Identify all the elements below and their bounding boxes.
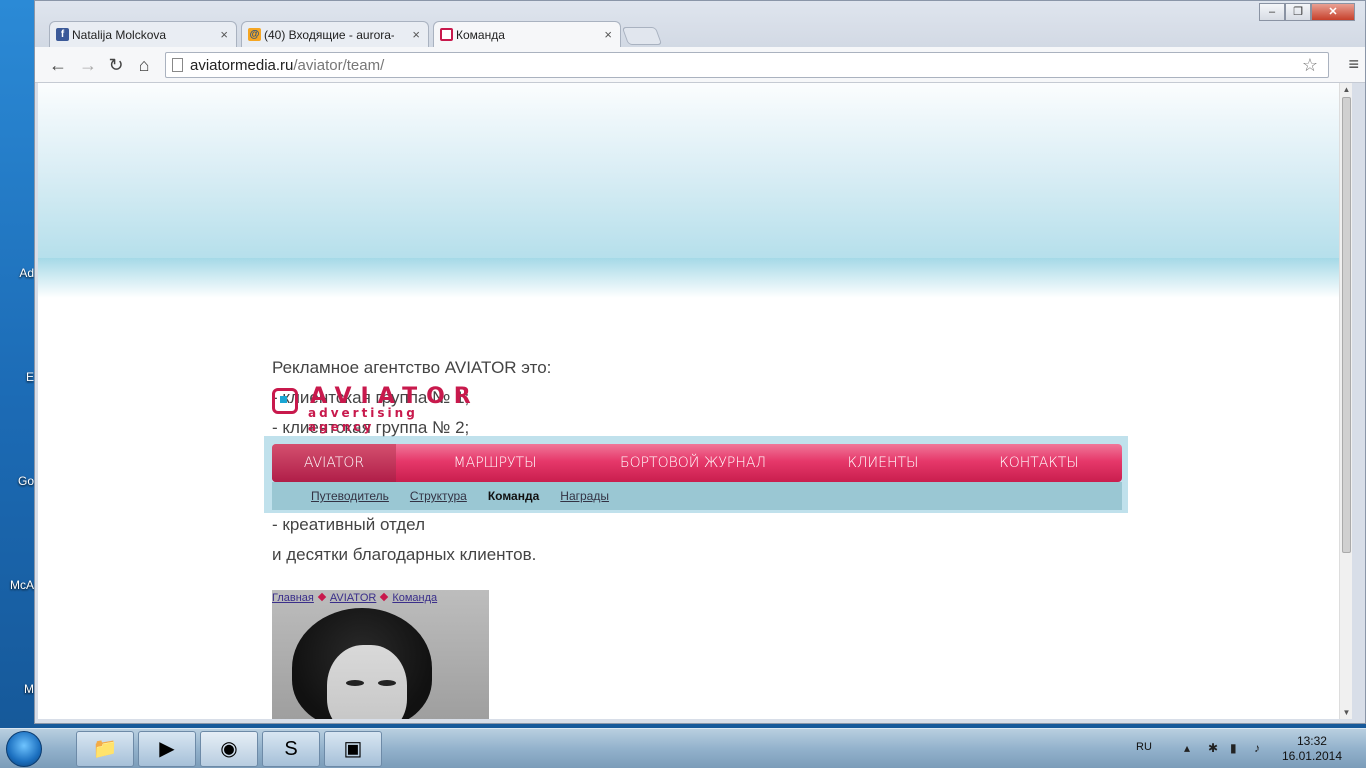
taskbar: 📁 ▶ ◉ S ▣ RU ▴ ✱ ▮ ♪ 13:32 16.01.2014	[0, 728, 1366, 768]
system-tray: RU ▴ ✱ ▮ ♪ 13:32 16.01.2014	[1126, 729, 1366, 768]
clock[interactable]: 13:32 16.01.2014	[1282, 734, 1342, 764]
breadcrumb-separator-icon	[317, 592, 327, 602]
aviator-icon	[440, 28, 453, 41]
sub-navigation: Путеводитель Структура Команда Награды	[272, 482, 1122, 510]
media-player-icon[interactable]: ▶	[138, 731, 196, 767]
url-path: /aviator/team/	[293, 57, 385, 74]
nav-item-contacts[interactable]: КОНТАКТЫ	[974, 444, 1104, 482]
desktop-icon-label[interactable]: E	[0, 370, 34, 384]
explorer-icon[interactable]: 📁	[76, 731, 134, 767]
logo-subtext: advertising agency	[308, 406, 418, 434]
subnav-structure[interactable]: Структура	[410, 482, 467, 510]
breadcrumb-home[interactable]: Главная	[272, 592, 314, 604]
list-item: - креативный отдел	[272, 515, 425, 534]
new-tab-button[interactable]	[621, 27, 663, 45]
breadcrumb-aviator[interactable]: AVIATOR	[330, 592, 376, 604]
clock-time: 13:32	[1296, 734, 1327, 748]
facebook-icon: f	[56, 28, 69, 41]
tab-title: Команда	[456, 28, 505, 42]
close-icon[interactable]: ×	[220, 27, 228, 42]
minimize-button[interactable]: –	[1259, 3, 1285, 21]
clock-date: 16.01.2014	[1281, 749, 1342, 763]
scroll-up-icon[interactable]: ▲	[1342, 85, 1351, 94]
scroll-thumb[interactable]	[1342, 97, 1351, 553]
list-item: и десятки благодарных клиентов.	[272, 545, 537, 564]
home-icon[interactable]: ⌂	[133, 54, 155, 76]
tab-title: Natalija Molckova	[72, 28, 167, 42]
photo-eye	[378, 680, 396, 686]
subnav-team[interactable]: Команда	[488, 482, 539, 510]
nav-bar: AVIATOR МАРШРУТЫ БОРТОВОЙ ЖУРНАЛ КЛИЕНТЫ…	[272, 444, 1122, 482]
page-viewport: Рекламное агентство AVIATOR это: - клиен…	[38, 83, 1352, 719]
mail-at-icon: @	[248, 28, 261, 41]
address-bar[interactable]: aviatormedia.ru/aviator/team/ ☆	[165, 52, 1329, 78]
remote-app-icon[interactable]: ▣	[324, 731, 382, 767]
scroll-down-icon[interactable]: ▼	[1342, 708, 1351, 717]
start-button[interactable]	[6, 731, 42, 767]
nav-item-journal[interactable]: БОРТОВОЙ ЖУРНАЛ	[594, 444, 792, 482]
show-hidden-icons-icon[interactable]: ▴	[1184, 741, 1190, 755]
chrome-icon[interactable]: ◉	[200, 731, 258, 767]
subnav-awards[interactable]: Награды	[560, 482, 609, 510]
restore-button[interactable]: ❐	[1285, 3, 1311, 21]
tab-team[interactable]: Команда ×	[433, 21, 621, 48]
intro-heading: Рекламное агентство AVIATOR это:	[272, 358, 552, 377]
nav-item-routes[interactable]: МАРШРУТЫ	[396, 444, 594, 482]
logo-mark-icon	[272, 388, 298, 414]
skype-icon[interactable]: S	[262, 731, 320, 767]
subnav-guide[interactable]: Путеводитель	[311, 482, 389, 510]
bluetooth-icon[interactable]: ✱	[1208, 741, 1218, 755]
hero-fade	[38, 258, 1352, 298]
photo-eye	[346, 680, 364, 686]
aviator-logo[interactable]: AVIATOR advertising agency	[272, 384, 487, 434]
back-icon[interactable]: ←	[47, 54, 69, 76]
desktop-icon-label[interactable]: M	[0, 682, 34, 696]
desktop-icon-label[interactable]: Go	[0, 474, 34, 488]
nav-item-clients[interactable]: КЛИЕНТЫ	[792, 444, 974, 482]
volume-icon[interactable]: ♪	[1254, 741, 1260, 755]
breadcrumb-separator-icon	[380, 592, 389, 602]
tab-mail[interactable]: @ (40) Входящие - aurora-b ×	[241, 21, 429, 47]
reload-icon[interactable]: ↻	[105, 54, 127, 76]
intro-text-continued: - креативный отдел и десятки благодарных…	[272, 510, 536, 570]
close-icon[interactable]: ×	[604, 27, 612, 42]
team-member-photo: Главная AVIATOR Команда	[272, 590, 489, 719]
desktop-icon-label[interactable]: Ad	[0, 266, 34, 280]
browser-toolbar: ← → ↻ ⌂ aviatormedia.ru/aviator/team/ ☆ …	[35, 47, 1365, 83]
url-host: aviatormedia.ru	[190, 57, 294, 74]
nav-item-aviator[interactable]: AVIATOR	[272, 444, 396, 482]
forward-icon[interactable]: →	[77, 54, 99, 76]
desktop-icon-label[interactable]: McA	[0, 578, 34, 592]
network-icon[interactable]: ▮	[1230, 741, 1237, 755]
close-window-button[interactable]: ✕	[1311, 3, 1355, 21]
menu-icon[interactable]: ≡	[1348, 54, 1359, 75]
language-indicator[interactable]: RU	[1136, 741, 1152, 753]
tab-facebook[interactable]: f Natalija Molckova ×	[49, 21, 237, 47]
close-icon[interactable]: ×	[412, 27, 420, 42]
main-navigation: AVIATOR МАРШРУТЫ БОРТОВОЙ ЖУРНАЛ КЛИЕНТЫ…	[264, 436, 1128, 513]
breadcrumb-team[interactable]: Команда	[392, 592, 437, 604]
window-controls: – ❐ ✕	[1259, 3, 1355, 21]
tab-strip: f Natalija Molckova × @ (40) Входящие - …	[35, 1, 1365, 48]
tab-title: (40) Входящие - aurora-b	[264, 28, 394, 42]
breadcrumb: Главная AVIATOR Команда	[272, 592, 437, 604]
page-icon	[172, 58, 183, 72]
vertical-scrollbar[interactable]: ▲ ▼	[1339, 83, 1352, 719]
bookmark-star-icon[interactable]: ☆	[1302, 55, 1318, 76]
